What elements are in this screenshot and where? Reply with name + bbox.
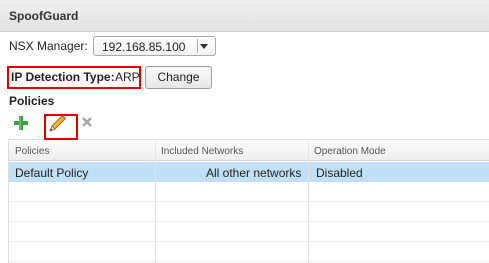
policies-heading: Policies — [9, 94, 55, 108]
column-header-policies[interactable]: Policies — [15, 146, 49, 157]
table-row[interactable]: Default Policy All other networks Disabl… — [9, 162, 489, 182]
column-divider — [155, 141, 156, 263]
window-titlebar: SpoofGuard — [0, 0, 489, 32]
empty-row — [9, 182, 489, 202]
nsx-manager-select[interactable]: 192.168.85.100 — [93, 36, 216, 56]
change-button[interactable]: Change — [145, 66, 212, 89]
plus-icon[interactable] — [14, 116, 36, 140]
x-icon[interactable] — [81, 116, 103, 140]
nsx-manager-value: 192.168.85.100 — [102, 40, 186, 54]
nsx-manager-label: NSX Manager: — [9, 39, 88, 53]
column-header-operation-mode[interactable]: Operation Mode — [314, 146, 386, 157]
empty-row — [9, 242, 489, 262]
empty-row — [9, 202, 489, 222]
operation-mode-cell: Disabled — [316, 166, 363, 180]
window-title: SpoofGuard — [9, 9, 79, 23]
included-networks-cell: All other networks — [206, 166, 302, 180]
table-header: Policies Included Networks Operation Mod… — [9, 141, 489, 161]
ip-detection-value: ARP — [115, 70, 140, 84]
policies-toolbar — [8, 112, 489, 140]
ip-detection-highlight: IP Detection Type: ARP — [7, 66, 141, 89]
select-divider — [197, 39, 198, 53]
column-divider — [308, 141, 309, 263]
policy-name-cell: Default Policy — [15, 166, 89, 180]
empty-row — [9, 222, 489, 242]
chevron-down-icon[interactable] — [200, 44, 208, 49]
policies-table: Policies Included Networks Operation Mod… — [8, 141, 489, 263]
ip-detection-label: IP Detection Type: — [11, 70, 115, 84]
pencil-icon[interactable] — [46, 113, 68, 137]
column-header-included-networks[interactable]: Included Networks — [161, 146, 243, 157]
